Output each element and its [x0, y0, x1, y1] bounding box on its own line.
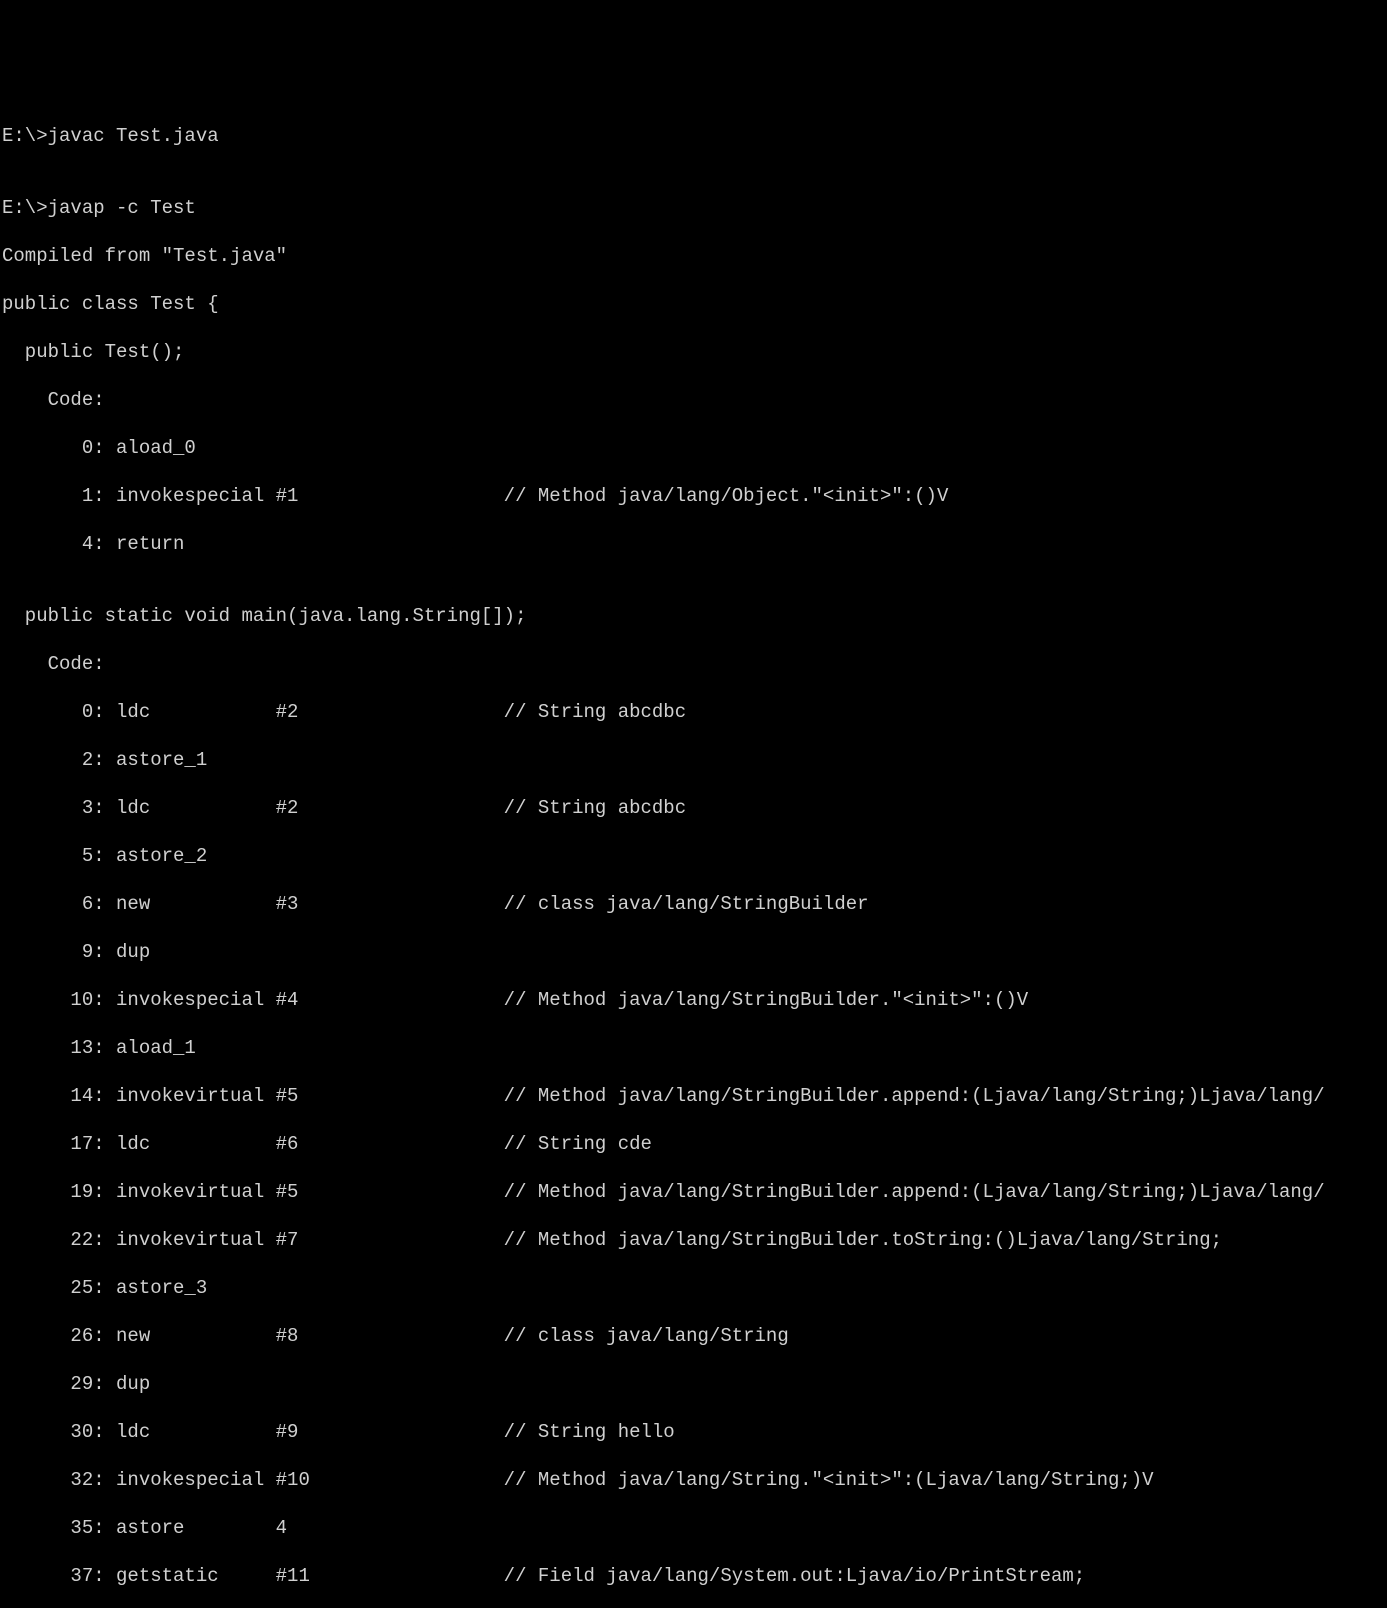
terminal-line: 17: ldc #6 // String cde — [2, 1132, 1385, 1156]
terminal-line: 1: invokespecial #1 // Method java/lang/… — [2, 484, 1385, 508]
terminal-line: Compiled from "Test.java" — [2, 244, 1385, 268]
terminal-line: 13: aload_1 — [2, 1036, 1385, 1060]
terminal-line: 35: astore 4 — [2, 1516, 1385, 1540]
terminal-line: 9: dup — [2, 940, 1385, 964]
terminal-line: 6: new #3 // class java/lang/StringBuild… — [2, 892, 1385, 916]
terminal-line: 4: return — [2, 532, 1385, 556]
terminal-line: public static void main(java.lang.String… — [2, 604, 1385, 628]
terminal-line: 10: invokespecial #4 // Method java/lang… — [2, 988, 1385, 1012]
terminal-line: 3: ldc #2 // String abcdbc — [2, 796, 1385, 820]
terminal-line: public class Test { — [2, 292, 1385, 316]
terminal-line: 25: astore_3 — [2, 1276, 1385, 1300]
terminal-line: 26: new #8 // class java/lang/String — [2, 1324, 1385, 1348]
terminal-line: 0: ldc #2 // String abcdbc — [2, 700, 1385, 724]
terminal-line: 22: invokevirtual #7 // Method java/lang… — [2, 1228, 1385, 1252]
terminal-line: Code: — [2, 652, 1385, 676]
terminal-line: 37: getstatic #11 // Field java/lang/Sys… — [2, 1564, 1385, 1588]
terminal-line: 19: invokevirtual #5 // Method java/lang… — [2, 1180, 1385, 1204]
terminal-line: Code: — [2, 388, 1385, 412]
terminal-line: 32: invokespecial #10 // Method java/lan… — [2, 1468, 1385, 1492]
terminal-line: 14: invokevirtual #5 // Method java/lang… — [2, 1084, 1385, 1108]
terminal-line: 2: astore_1 — [2, 748, 1385, 772]
terminal-line: E:\>javac Test.java — [2, 124, 1385, 148]
terminal-line: 29: dup — [2, 1372, 1385, 1396]
terminal-line: 0: aload_0 — [2, 436, 1385, 460]
terminal-line: public Test(); — [2, 340, 1385, 364]
terminal-line: E:\>javap -c Test — [2, 196, 1385, 220]
terminal-output[interactable]: E:\>javac Test.java E:\>javap -c Test Co… — [2, 100, 1385, 896]
terminal-line: 5: astore_2 — [2, 844, 1385, 868]
terminal-line: 30: ldc #9 // String hello — [2, 1420, 1385, 1444]
